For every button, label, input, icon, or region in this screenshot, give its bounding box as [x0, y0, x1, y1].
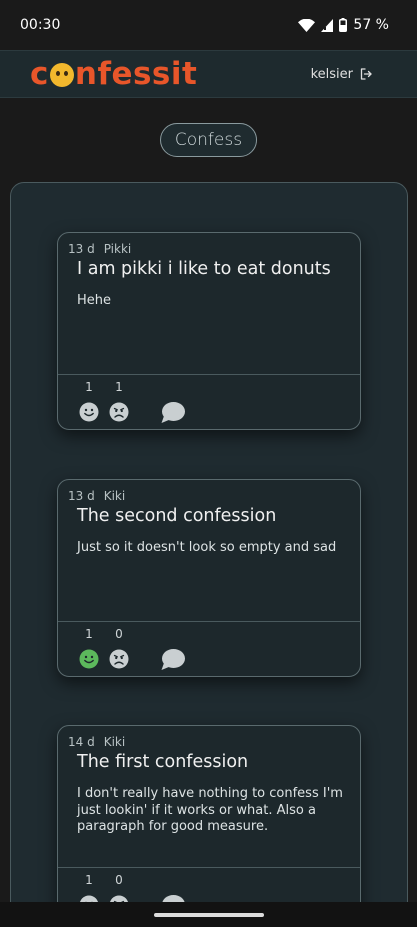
system-navigation-bar: [0, 902, 417, 927]
dislike-count: 1: [115, 380, 123, 394]
post-age: 14 d: [68, 735, 95, 749]
app-logo[interactable]: c nfessit: [30, 56, 197, 92]
confession-body: I don't really have nothing to confess I…: [77, 786, 343, 834]
confession-card[interactable]: 13 d Kiki The second confession Just so …: [57, 479, 361, 677]
post-author[interactable]: Pikki: [104, 242, 132, 256]
status-icons: 57 %: [298, 17, 389, 33]
confession-title: The first confession: [77, 752, 249, 772]
confession-card[interactable]: 13 d Pikki I am pikki i like to eat donu…: [57, 232, 361, 430]
card-meta: 13 d Pikki: [68, 242, 131, 256]
dislike-count: 0: [115, 627, 123, 641]
post-author[interactable]: Kiki: [104, 489, 126, 503]
post-age: 13 d: [68, 489, 95, 503]
home-gesture-handle[interactable]: [154, 913, 264, 917]
like-count: 1: [85, 873, 93, 887]
logo-face-icon: [49, 63, 74, 87]
post-author[interactable]: Kiki: [104, 735, 126, 749]
confession-card[interactable]: 14 d Kiki The first confession I don't r…: [57, 725, 361, 923]
user-logout-link[interactable]: kelsier: [311, 67, 372, 82]
post-age: 13 d: [68, 242, 95, 256]
frown-icon[interactable]: [109, 649, 129, 669]
dislike-count: 0: [115, 873, 123, 887]
confession-body: Just so it doesn't look so empty and sad: [77, 540, 337, 555]
cellular-signal-icon: [321, 18, 334, 32]
comment-icon[interactable]: [160, 401, 186, 425]
username: kelsier: [310, 66, 353, 82]
battery-icon: [339, 18, 348, 32]
battery-percent: 57 %: [353, 17, 389, 33]
confession-title: I am pikki i like to eat donuts: [77, 259, 331, 279]
card-meta: 13 d Kiki: [68, 489, 125, 503]
smile-icon[interactable]: [79, 649, 99, 669]
smile-icon[interactable]: [79, 402, 99, 422]
status-time: 00:30: [20, 17, 61, 33]
logout-icon: [360, 68, 372, 80]
status-bar: 00:30 57 %: [0, 0, 417, 50]
card-meta: 14 d Kiki: [68, 735, 125, 749]
confess-button[interactable]: Confess: [160, 123, 257, 157]
comment-icon[interactable]: [160, 648, 186, 672]
like-count: 1: [85, 627, 93, 641]
frown-icon[interactable]: [109, 402, 129, 422]
wifi-icon: [298, 18, 316, 32]
like-count: 1: [85, 380, 93, 394]
confession-title: The second confession: [77, 506, 277, 526]
card-footer: 1 0: [58, 621, 360, 677]
app-header: c nfessit kelsier: [0, 50, 417, 98]
card-footer: 1 1: [58, 374, 360, 430]
confession-body: Hehe: [77, 293, 112, 308]
